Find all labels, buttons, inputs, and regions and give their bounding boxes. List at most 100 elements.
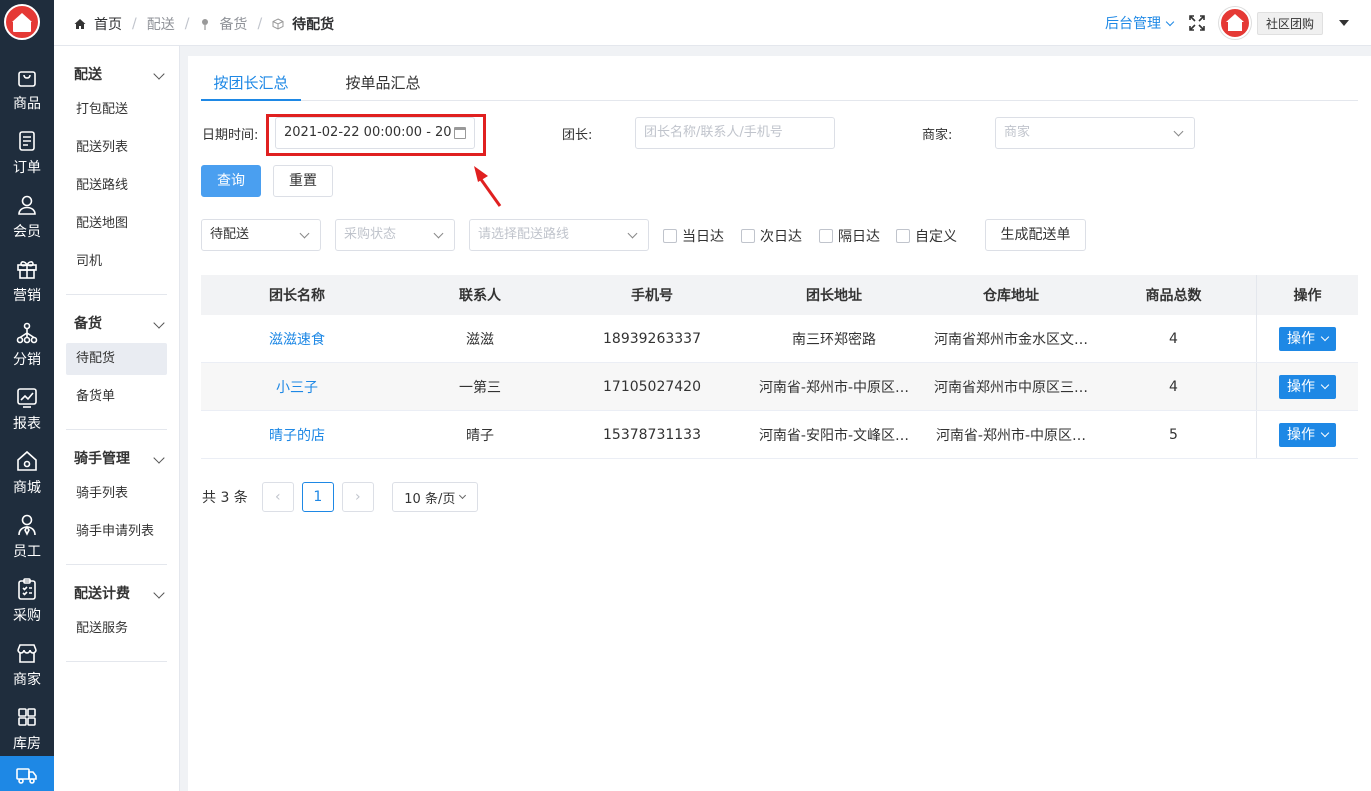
rail-item-purchase[interactable]: 采购: [0, 571, 54, 635]
chevron-down-icon: [1173, 126, 1184, 137]
home-icon: [17, 450, 37, 471]
leader-label: 团长:: [562, 128, 593, 143]
chevron-down-icon: [153, 587, 165, 599]
rail-label: 营销: [13, 288, 41, 304]
rail-label: 员工: [13, 544, 41, 560]
action-dropdown-button[interactable]: 操作: [1279, 326, 1336, 351]
contact-cell: 一第三: [459, 379, 501, 396]
logo-icon: [4, 4, 40, 40]
warehouse-icon: [18, 708, 36, 726]
menu-group-title[interactable]: 备货: [66, 305, 167, 343]
rail-item-marketing[interactable]: 营销: [0, 251, 54, 315]
breadcrumb-delivery[interactable]: 配送: [147, 14, 175, 34]
rail-item-mall[interactable]: 商城: [0, 443, 54, 507]
menu-group-title[interactable]: 骑手管理: [66, 440, 167, 478]
phone-cell: 15378731133: [603, 426, 701, 443]
chevron-down-icon: [1320, 332, 1330, 341]
rail-item-goods[interactable]: 商品: [0, 59, 54, 123]
header-right: 后台管理 社区团购: [1105, 7, 1349, 39]
admin-menu[interactable]: 后台管理: [1105, 13, 1175, 33]
page-number[interactable]: 1: [301, 482, 334, 512]
rail-label: 库房: [13, 736, 41, 752]
breadcrumb-separator: /: [257, 16, 263, 32]
prev-page-button[interactable]: ‹: [261, 482, 294, 512]
menu-group-title[interactable]: 配送计费: [66, 575, 167, 613]
leader-name-link[interactable]: 晴子的店: [201, 411, 393, 458]
rail-label: 订单: [13, 160, 41, 176]
leader-name-link[interactable]: 滋滋速食: [201, 315, 393, 362]
delivery-status-select[interactable]: 待配送: [201, 219, 321, 251]
fullscreen-icon[interactable]: [1189, 15, 1205, 31]
tab-bar: 按团长汇总 按单品汇总: [201, 56, 1358, 101]
checkbox-day-after[interactable]: 隔日达: [819, 226, 880, 246]
contact-cell: 滋滋: [466, 331, 494, 348]
menu-item-driver[interactable]: 司机: [66, 246, 167, 278]
route-select[interactable]: 请选择配送路线: [469, 219, 649, 251]
rail-item-staff[interactable]: 员工: [0, 507, 54, 571]
checkbox-box[interactable]: [663, 229, 677, 243]
rail-item-reports[interactable]: 报表: [0, 379, 54, 443]
gift-icon: [17, 261, 37, 279]
checkbox-custom[interactable]: 自定义: [896, 226, 957, 246]
action-dropdown-button[interactable]: 操作: [1279, 422, 1336, 447]
query-button[interactable]: 查询: [201, 165, 261, 197]
breadcrumb-stock[interactable]: 备货: [219, 14, 247, 34]
menu-item-rider-list[interactable]: 骑手列表: [66, 478, 167, 510]
chevron-down-icon: [299, 228, 310, 239]
next-page-button[interactable]: ›: [341, 482, 374, 512]
menu-item-delivery-list[interactable]: 配送列表: [66, 132, 167, 164]
rail-item-delivery[interactable]: [0, 756, 54, 791]
leader-name-link[interactable]: 小三子: [201, 363, 393, 410]
breadcrumb-home[interactable]: 首页: [94, 14, 122, 34]
menu-item-pack-delivery[interactable]: 打包配送: [66, 94, 167, 126]
icon-rail: 商品 订单 会员 营销 分销 报表 商城 员工 采购 商家 库房: [0, 0, 54, 791]
checkbox-box[interactable]: [741, 229, 755, 243]
table-row: 小三子 一第三 17105027420 河南省-郑州市-中原区… 河南省郑州市中…: [201, 363, 1358, 411]
chevron-down-icon: [1320, 428, 1330, 437]
chevron-down-icon: [459, 491, 467, 499]
checkbox-next-day[interactable]: 次日达: [741, 226, 802, 246]
table-row: 晴子的店 晴子 15378731133 河南省-安阳市-文峰区… 河南省-郑州市…: [201, 411, 1358, 459]
merchant-select[interactable]: 商家: [995, 117, 1195, 149]
rail-item-distribution[interactable]: 分销: [0, 315, 54, 379]
checkbox-box[interactable]: [896, 229, 910, 243]
total-cell: 4: [1169, 378, 1178, 395]
menu-item-delivery-service[interactable]: 配送服务: [66, 613, 167, 645]
caret-down-icon[interactable]: [1339, 20, 1349, 26]
menu-item-pending-stock[interactable]: 待配货: [66, 343, 167, 375]
menu-item-rider-apply[interactable]: 骑手申请列表: [66, 516, 167, 548]
tab-by-leader[interactable]: 按团长汇总: [201, 56, 301, 101]
avatar[interactable]: [1218, 7, 1251, 39]
menu-item-delivery-route[interactable]: 配送路线: [66, 170, 167, 202]
column-header: 商品总数: [1145, 288, 1202, 304]
address-cell: 南三环郑密路: [792, 331, 876, 348]
chevron-down-icon: [1320, 380, 1330, 389]
leader-search-input[interactable]: 团长名称/联系人/手机号: [635, 117, 835, 149]
phone-cell: 18939263337: [603, 330, 701, 347]
reset-button[interactable]: 重置: [273, 165, 333, 197]
rail-item-warehouse[interactable]: 库房: [0, 699, 54, 763]
checkbox-same-day[interactable]: 当日达: [663, 226, 724, 246]
date-label: 日期时间:: [202, 128, 259, 143]
generate-delivery-button[interactable]: 生成配送单: [985, 219, 1086, 251]
menu-item-delivery-map[interactable]: 配送地图: [66, 208, 167, 240]
tab-by-item[interactable]: 按单品汇总: [333, 56, 433, 101]
menu-group-title[interactable]: 配送: [66, 56, 167, 94]
rail-item-members[interactable]: 会员: [0, 187, 54, 251]
chevron-down-icon: [433, 228, 444, 239]
warehouse-cell: 河南省郑州市金水区文…: [934, 331, 1088, 348]
phone-cell: 17105027420: [603, 378, 701, 395]
red-arrow-annotation: [474, 166, 502, 207]
action-dropdown-button[interactable]: 操作: [1279, 374, 1336, 399]
purchase-status-select[interactable]: 采购状态: [335, 219, 455, 251]
menu-item-stock-list[interactable]: 备货单: [66, 381, 167, 413]
distribution-icon: [16, 322, 38, 344]
highlight-box: [266, 114, 486, 156]
checkbox-box[interactable]: [819, 229, 833, 243]
rail-label: 分销: [13, 352, 41, 368]
rail-item-orders[interactable]: 订单: [0, 123, 54, 187]
chart-icon: [17, 388, 37, 408]
rail-item-merchants[interactable]: 商家: [0, 635, 54, 699]
cube-icon: [272, 18, 284, 30]
page-size-select[interactable]: 10 条/页: [391, 482, 478, 512]
